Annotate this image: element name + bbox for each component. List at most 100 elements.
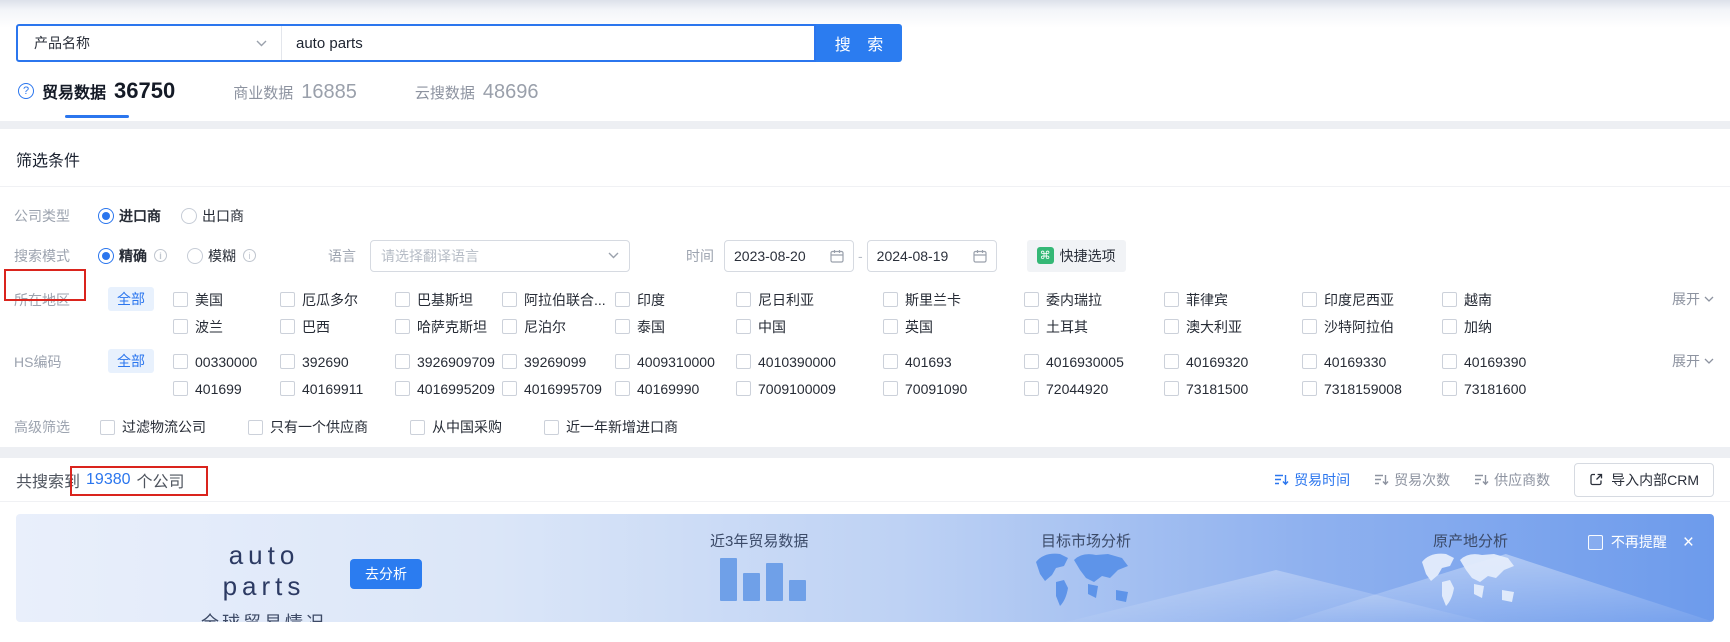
checkbox-label: 巴基斯坦 bbox=[417, 291, 473, 308]
hs-code-checkbox[interactable]: 73181600 bbox=[1442, 381, 1572, 397]
search-input[interactable] bbox=[282, 26, 814, 60]
hs-code-checkbox[interactable]: 7009100009 bbox=[736, 381, 883, 397]
search-field-select[interactable]: 产品名称 bbox=[18, 26, 282, 60]
tab-cloud-search-data[interactable]: 云搜数据 48696 bbox=[415, 81, 539, 118]
radio-fuzzy[interactable]: 模糊 i bbox=[187, 246, 256, 266]
sort-trade-time[interactable]: 贸易时间 bbox=[1274, 470, 1350, 490]
hs-code-checkbox[interactable]: 3926909709 bbox=[395, 354, 502, 370]
sort-supplier-count[interactable]: 供应商数 bbox=[1474, 470, 1550, 490]
hs-code-checkbox[interactable]: 70091090 bbox=[883, 381, 1024, 397]
tab-trade-data[interactable]: ? 贸易数据 36750 bbox=[18, 78, 175, 118]
region-checkbox[interactable]: 波兰 bbox=[173, 317, 280, 337]
checkbox-icon bbox=[1442, 319, 1457, 334]
region-checkbox[interactable]: 越南 bbox=[1442, 290, 1572, 310]
checkbox-label: 392690 bbox=[302, 353, 349, 370]
hs-code-checkbox[interactable]: 39269099 bbox=[502, 354, 615, 370]
data-tabs: ? 贸易数据 36750 商业数据 16885 云搜数据 48696 bbox=[18, 78, 538, 118]
dismiss-checkbox[interactable] bbox=[1587, 534, 1603, 550]
info-icon[interactable]: i bbox=[243, 249, 256, 262]
start-date-input[interactable]: 2023-08-20 bbox=[724, 239, 854, 272]
hs-code-checkbox[interactable]: 72044920 bbox=[1024, 381, 1164, 397]
analysis-banner: auto parts 全球贸易情况 去分析 近3年贸易数据 目标市场分析 原产地… bbox=[16, 514, 1714, 622]
region-checkbox[interactable]: 加纳 bbox=[1442, 317, 1572, 337]
banner-trade-label: 近3年贸易数据 bbox=[710, 533, 809, 550]
hs-code-checkbox[interactable]: 40169320 bbox=[1164, 354, 1302, 370]
hs-code-checkbox[interactable]: 40169330 bbox=[1302, 354, 1442, 370]
region-checkbox[interactable]: 美国 bbox=[173, 290, 280, 310]
region-checkbox[interactable]: 印度 bbox=[615, 290, 736, 310]
advanced-checkbox[interactable]: 从中国采购 bbox=[410, 417, 502, 437]
region-checkbox[interactable]: 土耳其 bbox=[1024, 317, 1164, 337]
hs-code-checkbox[interactable]: 40169990 bbox=[615, 381, 736, 397]
checkbox-icon bbox=[173, 381, 188, 396]
hs-code-checkbox[interactable]: 7318159008 bbox=[1302, 381, 1442, 397]
region-checkbox[interactable]: 澳大利亚 bbox=[1164, 317, 1302, 337]
checkbox-icon bbox=[395, 354, 410, 369]
region-all-chip[interactable]: 全部 bbox=[108, 287, 154, 311]
region-checkbox[interactable]: 印度尼西亚 bbox=[1302, 290, 1442, 310]
language-placeholder: 请选择翻译语言 bbox=[381, 247, 479, 264]
hs-code-expand-toggle[interactable]: 展开 bbox=[1672, 351, 1714, 371]
radio-exact[interactable]: 精确 i bbox=[98, 246, 167, 266]
hs-code-checkbox[interactable]: 40169911 bbox=[280, 381, 395, 397]
region-checkbox[interactable]: 斯里兰卡 bbox=[883, 290, 1024, 310]
region-checkbox[interactable]: 菲律宾 bbox=[1164, 290, 1302, 310]
radio-label: 进口商 bbox=[119, 208, 161, 224]
hs-code-checkbox[interactable]: 73181500 bbox=[1164, 381, 1302, 397]
hs-code-checkbox[interactable]: 4016995709 bbox=[502, 381, 615, 397]
hs-code-all-chip[interactable]: 全部 bbox=[108, 349, 154, 373]
hs-code-checkbox[interactable]: 401699 bbox=[173, 381, 280, 397]
advanced-checkbox[interactable]: 只有一个供应商 bbox=[248, 417, 368, 437]
region-expand-toggle[interactable]: 展开 bbox=[1672, 289, 1714, 309]
advanced-checkbox[interactable]: 过滤物流公司 bbox=[100, 417, 206, 437]
question-icon[interactable]: ? bbox=[18, 83, 34, 99]
sort-label: 贸易时间 bbox=[1294, 471, 1351, 488]
search-panel: 产品名称 搜 索 ? 贸易数据 36750 商业数据 16885 云搜数据 48… bbox=[0, 0, 1730, 121]
bar bbox=[789, 580, 806, 601]
hs-code-checkbox[interactable]: 4016930005 bbox=[1024, 354, 1164, 370]
import-icon bbox=[1590, 473, 1603, 486]
quick-options-button[interactable]: ⌘ 快捷选项 bbox=[1026, 239, 1126, 272]
region-checkbox[interactable]: 厄瓜多尔 bbox=[280, 290, 395, 310]
checkbox-icon bbox=[395, 319, 410, 334]
checkbox-label: 72044920 bbox=[1046, 380, 1109, 397]
hs-code-checkbox[interactable]: 4016995209 bbox=[395, 381, 502, 397]
region-checkbox[interactable]: 巴西 bbox=[280, 317, 395, 337]
region-checkbox[interactable]: 泰国 bbox=[615, 317, 736, 337]
region-checkbox[interactable]: 尼日利亚 bbox=[736, 290, 883, 310]
region-checkbox[interactable]: 委内瑞拉 bbox=[1024, 290, 1164, 310]
region-checkbox[interactable]: 英国 bbox=[883, 317, 1024, 337]
hs-code-checkbox[interactable]: 4010390000 bbox=[736, 354, 883, 370]
hs-code-checkbox[interactable]: 392690 bbox=[280, 354, 395, 370]
hs-code-checkbox[interactable]: 401693 bbox=[883, 354, 1024, 370]
region-checkbox[interactable]: 哈萨克斯坦 bbox=[395, 317, 502, 337]
tab-business-data[interactable]: 商业数据 16885 bbox=[233, 81, 357, 118]
end-date-input[interactable]: 2024-08-19 bbox=[866, 239, 997, 272]
language-select[interactable]: 请选择翻译语言 bbox=[370, 239, 630, 272]
region-checkbox[interactable]: 中国 bbox=[736, 317, 883, 337]
import-crm-button[interactable]: 导入内部CRM bbox=[1574, 462, 1714, 497]
advanced-checkbox[interactable]: 近一年新增进口商 bbox=[544, 417, 678, 437]
radio-exporter[interactable]: 出口商 bbox=[181, 206, 244, 226]
advanced-filter-label: 高级筛选 bbox=[14, 419, 70, 435]
filter-panel-title: 筛选条件 bbox=[16, 153, 81, 170]
region-checkbox[interactable]: 尼泊尔 bbox=[502, 317, 615, 337]
region-checkbox[interactable]: 沙特阿拉伯 bbox=[1302, 317, 1442, 337]
checkbox-label: 40169990 bbox=[637, 380, 700, 397]
radio-importer[interactable]: 进口商 bbox=[98, 206, 161, 226]
hs-code-checkbox[interactable]: 40169390 bbox=[1442, 354, 1572, 370]
time-label: 时间 bbox=[686, 247, 714, 264]
tab-label: 云搜数据 bbox=[414, 85, 475, 102]
search-button[interactable]: 搜 索 bbox=[816, 24, 902, 62]
hs-code-checkbox[interactable]: 00330000 bbox=[173, 354, 280, 370]
tab-label: 贸易数据 bbox=[42, 85, 107, 102]
analyze-button[interactable]: 去分析 bbox=[350, 559, 422, 589]
checkbox-icon bbox=[883, 319, 898, 334]
close-icon[interactable]: × bbox=[1683, 533, 1694, 552]
region-checkbox[interactable]: 巴基斯坦 bbox=[395, 290, 502, 310]
sort-trade-count[interactable]: 贸易次数 bbox=[1374, 470, 1450, 490]
checkbox-label: 00330000 bbox=[195, 353, 258, 370]
info-icon[interactable]: i bbox=[154, 249, 167, 262]
region-checkbox[interactable]: 阿拉伯联合... bbox=[502, 290, 615, 310]
hs-code-checkbox[interactable]: 4009310000 bbox=[615, 354, 736, 370]
